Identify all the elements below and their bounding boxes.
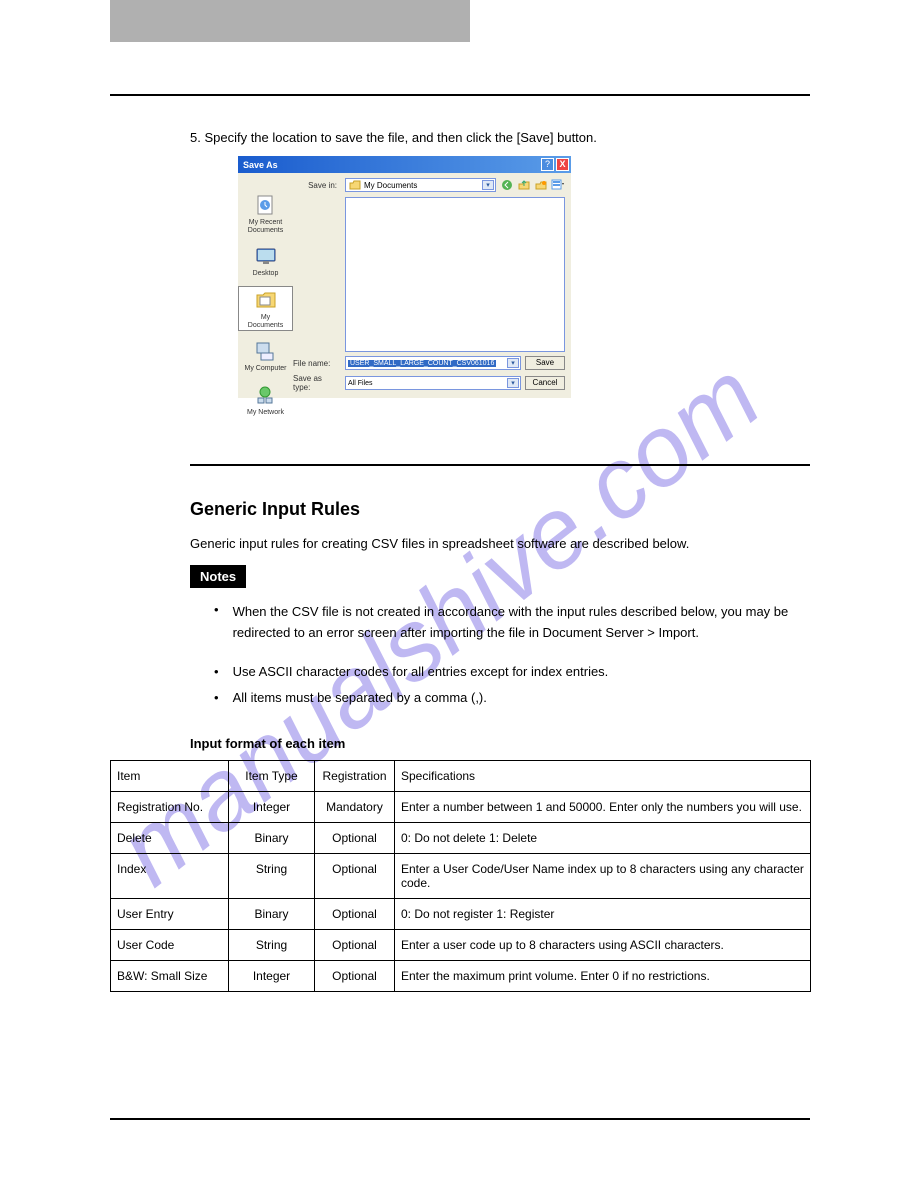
note-1: When the CSV file is not created in acco… [233,602,810,644]
th-type: Item Type [229,761,315,792]
cancel-button[interactable]: Cancel [525,376,565,390]
bullet-icon: • [214,664,219,679]
format-heading: Input format of each item [190,736,345,751]
table-row: Delete Binary Optional 0: Do not delete … [111,823,811,854]
up-button[interactable] [517,178,531,192]
dialog-titlebar: Save As ? X [238,156,571,173]
step-5-text: 5. Specify the location to save the file… [190,130,597,145]
filename-input[interactable]: USER_SMALL_LARGE_COUNT_CSV061016 ▾ [345,356,521,370]
file-list-area[interactable] [345,197,565,352]
dialog-title: Save As [240,160,541,170]
savein-value: My Documents [364,181,417,190]
places-mynetwork[interactable]: My Network [245,381,286,419]
save-button[interactable]: Save [525,356,565,370]
section-intro: Generic input rules for creating CSV fil… [190,536,689,551]
note-3: All items must be separated by a comma (… [233,690,487,705]
my-network-icon [253,383,277,407]
places-desktop[interactable]: Desktop [251,242,281,280]
saveastype-value: All Files [348,380,373,387]
places-mynetwork-label: My Network [247,409,284,417]
notes-badge: Notes [190,565,246,588]
filename-label: File name: [293,359,341,368]
places-bar: My Recent Documents Desktop My Documents [238,173,293,398]
th-reg: Registration [315,761,395,792]
th-desc: Specifications [395,761,811,792]
places-mycomputer[interactable]: My Computer [242,337,288,375]
table-row: Index String Optional Enter a User Code/… [111,854,811,899]
dropdown-arrow-icon: ▾ [482,180,494,190]
places-desktop-label: Desktop [253,270,279,278]
filename-dropdown-arrow-icon: ▾ [507,358,519,368]
nav-icons [500,178,565,192]
places-recent[interactable]: My Recent Documents [246,191,285,236]
places-mycomputer-label: My Computer [244,365,286,373]
section-heading: Generic Input Rules [190,499,360,519]
view-menu-button[interactable] [551,178,565,192]
places-mydocs-label: My Documents [243,314,288,329]
table-row: B&W: Small Size Integer Optional Enter t… [111,961,811,992]
bottom-rule [110,1118,810,1120]
table-row: User Entry Binary Optional 0: Do not reg… [111,899,811,930]
bullet-icon: • [214,690,219,705]
format-table: Item Item Type Registration Specificatio… [110,760,811,992]
table-row: User Code String Optional Enter a user c… [111,930,811,961]
desktop-icon [254,244,278,268]
th-item: Item [111,761,229,792]
type-dropdown-arrow-icon: ▾ [507,378,519,388]
new-folder-button[interactable] [534,178,548,192]
save-as-dialog: Save As ? X My Recent Documents Desktop [238,156,571,398]
note-2: Use ASCII character codes for all entrie… [233,664,609,679]
close-button[interactable]: X [556,158,569,171]
folder-icon [349,180,361,190]
my-documents-icon [254,288,278,312]
my-computer-icon [253,339,277,363]
savein-label: Save in: [293,181,341,190]
saveastype-label: Save as type: [293,374,341,392]
header-bar [110,0,470,42]
table-row: Registration No. Integer Mandatory Enter… [111,792,811,823]
saveastype-dropdown[interactable]: All Files ▾ [345,376,521,390]
filename-value: USER_SMALL_LARGE_COUNT_CSV061016 [348,360,496,367]
table-header-row: Item Item Type Registration Specificatio… [111,761,811,792]
places-mydocuments[interactable]: My Documents [238,286,293,331]
top-rule [110,94,810,96]
back-button[interactable] [500,178,514,192]
bullet-icon: • [214,602,219,644]
savein-dropdown[interactable]: My Documents ▾ [345,178,496,192]
section-rule [190,464,810,466]
help-button[interactable]: ? [541,158,554,171]
places-recent-label: My Recent Documents [248,219,283,234]
recent-documents-icon [254,193,278,217]
